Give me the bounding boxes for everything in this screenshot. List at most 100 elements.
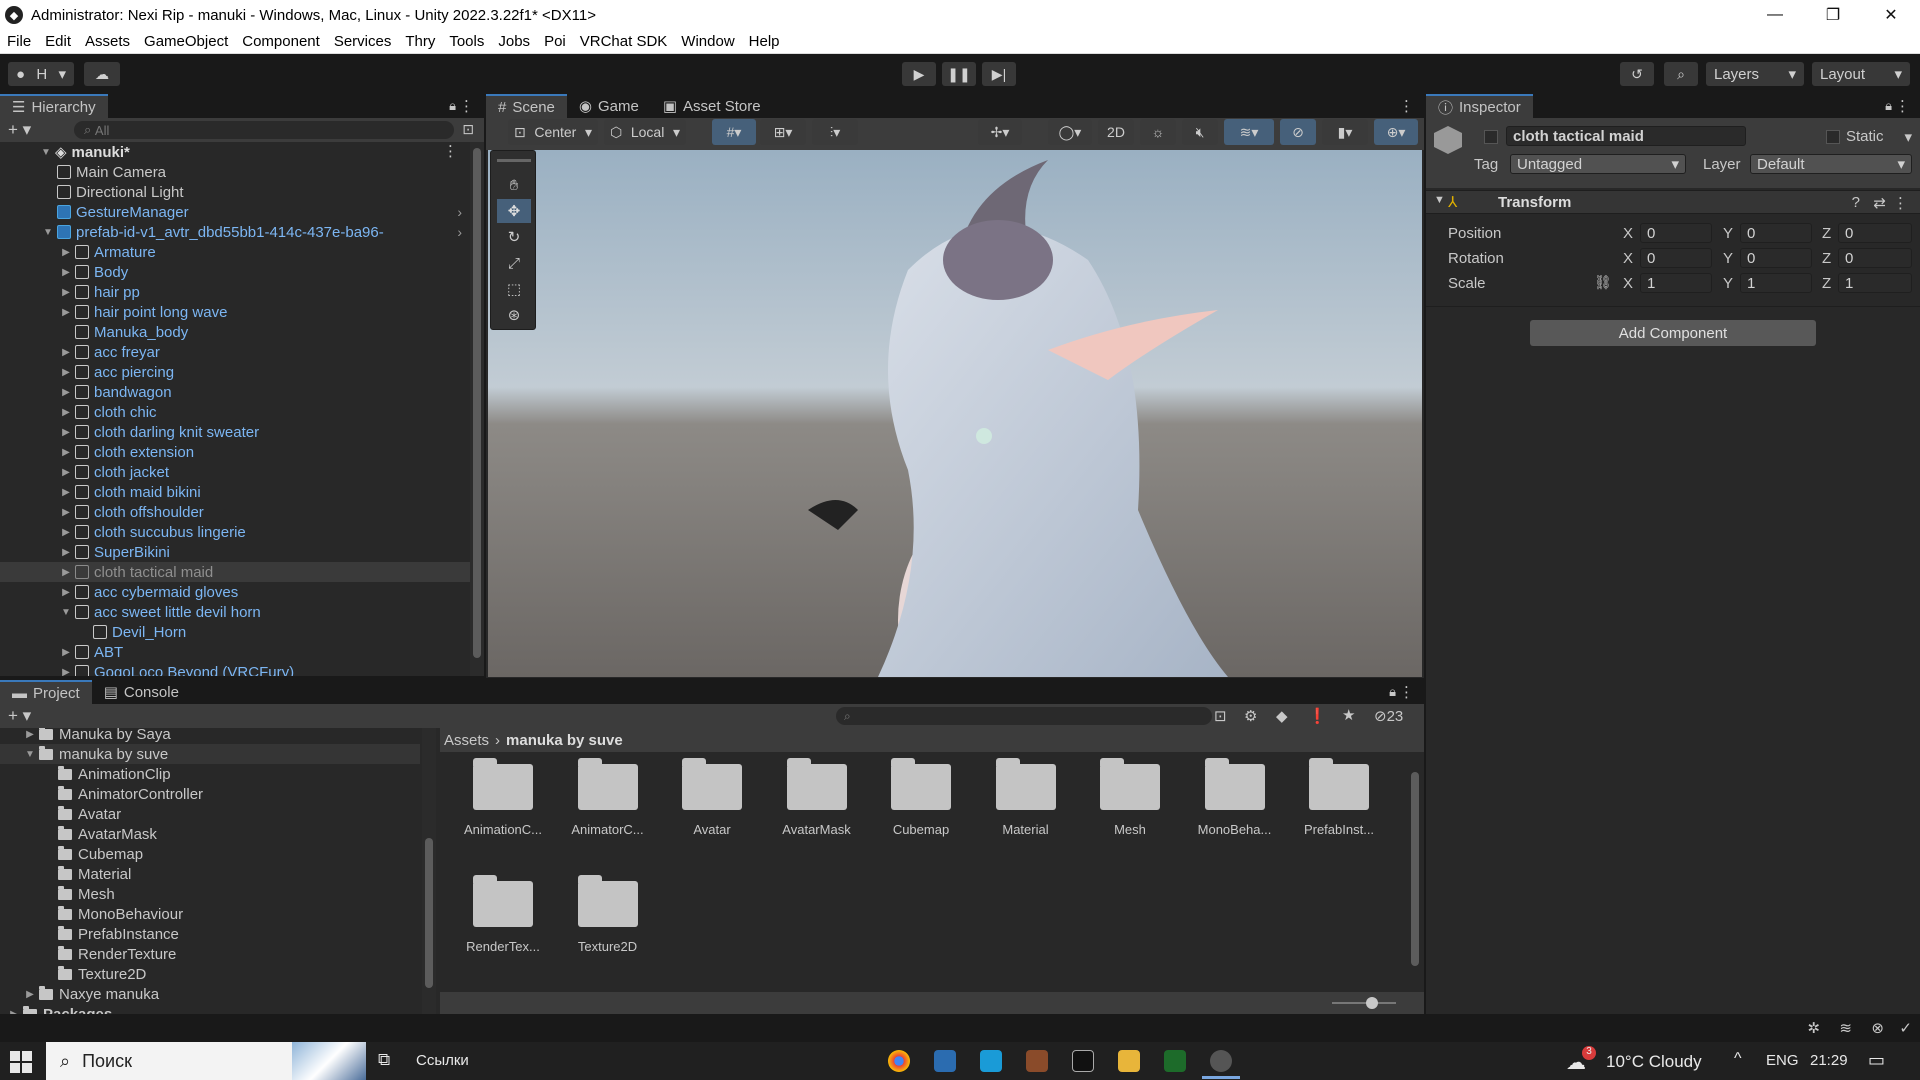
more-icon[interactable]: ⋮ [1399, 683, 1414, 701]
project-folder-item[interactable]: AnimatorController [58, 784, 203, 804]
hierarchy-item[interactable]: ▶ cloth chic [60, 402, 156, 422]
rotate-tool-icon[interactable]: ↻ [497, 225, 531, 249]
play-button[interactable]: ▶ [902, 62, 936, 86]
menu-file[interactable]: File [0, 33, 38, 50]
expand-arrow-icon[interactable]: ▶ [60, 467, 72, 478]
app-cc-icon[interactable] [980, 1050, 1002, 1072]
unity-taskbar-icon[interactable] [1210, 1050, 1232, 1072]
filter-type-icon[interactable]: ⚙ [1244, 707, 1257, 725]
menu-poi[interactable]: Poi [537, 33, 573, 50]
project-folder-item[interactable]: ▶ Packages [8, 1004, 112, 1014]
position-z-field[interactable]: 0 [1838, 223, 1912, 243]
asset-folder[interactable]: Texture2D [558, 875, 658, 954]
pause-button[interactable]: ❚❚ [942, 62, 976, 86]
expand-arrow-icon[interactable]: ▶ [60, 527, 72, 538]
notification-icon[interactable]: ▭ [1868, 1050, 1885, 1071]
expand-arrow-icon[interactable]: ▶ [60, 427, 72, 438]
project-tree-scrollbar[interactable] [422, 728, 436, 1014]
tab-scene[interactable]: # Scene [486, 94, 567, 118]
chevron-down-icon[interactable]: ▾ [1904, 128, 1912, 146]
step-button[interactable]: ▶| [982, 62, 1016, 86]
hand-tool-icon[interactable]: ✋︎ [497, 173, 531, 197]
maximize-button[interactable]: ❐ [1804, 0, 1862, 30]
project-folder-item[interactable]: Texture2D [58, 964, 146, 984]
minimize-button[interactable]: — [1746, 0, 1804, 30]
project-folder-item[interactable]: ▶ Naxye manuka [24, 984, 159, 1004]
help-icon[interactable]: ? [1852, 194, 1860, 211]
hierarchy-item[interactable]: ▶ acc piercing [60, 362, 174, 382]
project-folder-item[interactable]: Avatar [58, 804, 121, 824]
hierarchy-item[interactable]: ▶ cloth tactical maid [0, 562, 470, 582]
shading-mode-icon[interactable]: ◯▾ [1048, 119, 1092, 145]
project-folder-item[interactable]: Cubemap [58, 844, 143, 864]
check-icon[interactable]: ✓ [1899, 1019, 1912, 1037]
hierarchy-item[interactable]: ▶ cloth extension [60, 442, 194, 462]
hierarchy-scrollbar[interactable] [470, 142, 484, 676]
store-icon[interactable] [934, 1050, 956, 1072]
hierarchy-item[interactable]: ▶ Armature [60, 242, 156, 262]
weather-text[interactable]: 10°C Cloudy [1606, 1052, 1702, 1072]
expand-arrow-icon[interactable]: ▼ [1434, 194, 1445, 206]
hidden-objects-icon[interactable]: ⊘ [1280, 119, 1316, 145]
hierarchy-item[interactable]: ▶ ABT [60, 642, 123, 662]
asset-scrollbar[interactable] [1408, 756, 1422, 980]
space-dropdown[interactable]: ⬡ Local ▾ [604, 119, 686, 145]
hierarchy-item[interactable]: ▶ hair point long wave [60, 302, 227, 322]
hierarchy-item[interactable]: Devil_Horn [78, 622, 186, 642]
asset-folder[interactable]: Avatar [662, 758, 762, 837]
zoom-slider[interactable] [1332, 1002, 1396, 1004]
scale-z-field[interactable]: 1 [1838, 273, 1912, 293]
camera-icon[interactable]: ▮▾ [1322, 119, 1368, 145]
chevron-right-icon[interactable]: › [457, 204, 462, 220]
expand-arrow-icon[interactable]: ▶ [60, 307, 72, 318]
menu-gameobject[interactable]: GameObject [137, 33, 235, 50]
mode-2d-button[interactable]: 2D [1098, 119, 1134, 145]
gizmos-icon[interactable]: ⊕▾ [1374, 119, 1418, 145]
scene-menu-icon[interactable]: ⋮ [443, 142, 458, 160]
expand-arrow-icon[interactable]: ▼ [24, 749, 36, 760]
scale-y-field[interactable]: 1 [1740, 273, 1812, 293]
object-name-input[interactable]: cloth tactical maid [1506, 126, 1746, 146]
asset-folder[interactable]: PrefabInst... [1289, 758, 1389, 837]
pivot-dropdown[interactable]: ⊡ Center ▾ [508, 119, 598, 145]
asset-folder[interactable]: Mesh [1080, 758, 1180, 837]
tab-asset-store[interactable]: ▣ Asset Store [651, 94, 773, 118]
hierarchy-item[interactable]: Main Camera [42, 162, 166, 182]
expand-arrow-icon[interactable]: ▶ [60, 267, 72, 278]
expand-arrow-icon[interactable]: ▶ [24, 989, 36, 1000]
hierarchy-item[interactable]: ▶ hair pp [60, 282, 140, 302]
project-search-input[interactable]: ⌕ [836, 707, 1212, 725]
project-folder-item[interactable]: ▶ Manuka by Saya [24, 728, 171, 744]
hidden-packages-icon[interactable]: ⊘23 [1374, 707, 1403, 725]
search-icon[interactable]: ⌕ [1664, 62, 1698, 86]
task-view-icon[interactable]: ⧉ [378, 1050, 390, 1070]
asset-folder[interactable]: AnimatorC... [558, 758, 658, 837]
clock[interactable]: 21:29 [1810, 1052, 1848, 1069]
expand-arrow-icon[interactable]: ▼ [60, 607, 72, 618]
menu-edit[interactable]: Edit [38, 33, 78, 50]
hierarchy-item[interactable]: GestureManager [42, 202, 189, 222]
zoom-slider-thumb[interactable] [1366, 997, 1378, 1009]
network-icon[interactable]: ⊗ [1871, 1019, 1884, 1037]
layers-dropdown[interactable]: Layers ▾ [1706, 62, 1804, 86]
hierarchy-search-input[interactable]: ⌕ All [74, 121, 454, 139]
transform-gizmo-button[interactable]: ✢▾ [978, 119, 1022, 145]
rotation-y-field[interactable]: 0 [1740, 248, 1812, 268]
scene-root[interactable]: ▼ ◈ manuki* [40, 142, 130, 162]
add-component-button[interactable]: Add Component [1530, 320, 1816, 346]
menu-window[interactable]: Window [674, 33, 741, 50]
project-folder-item[interactable]: PrefabInstance [58, 924, 179, 944]
layers-status-icon[interactable]: ≋ [1839, 1019, 1852, 1037]
lock-icon[interactable]: 🔒︎ [1389, 684, 1396, 700]
history-icon[interactable]: ↺ [1620, 62, 1654, 86]
preset-icon[interactable]: ⇄ [1873, 194, 1886, 212]
grid-snap-button[interactable]: #▾ [712, 119, 756, 145]
expand-arrow-icon[interactable]: ▼ [42, 227, 54, 238]
hierarchy-item[interactable]: ▶ cloth jacket [60, 462, 169, 482]
menu-thry[interactable]: Thry [398, 33, 442, 50]
project-folder-item[interactable]: Mesh [58, 884, 115, 904]
hierarchy-item[interactable]: ▶ acc cybermaid gloves [60, 582, 238, 602]
static-checkbox[interactable] [1826, 130, 1840, 144]
lock-icon[interactable]: 🔒︎ [449, 98, 456, 114]
menu-jobs[interactable]: Jobs [491, 33, 537, 50]
